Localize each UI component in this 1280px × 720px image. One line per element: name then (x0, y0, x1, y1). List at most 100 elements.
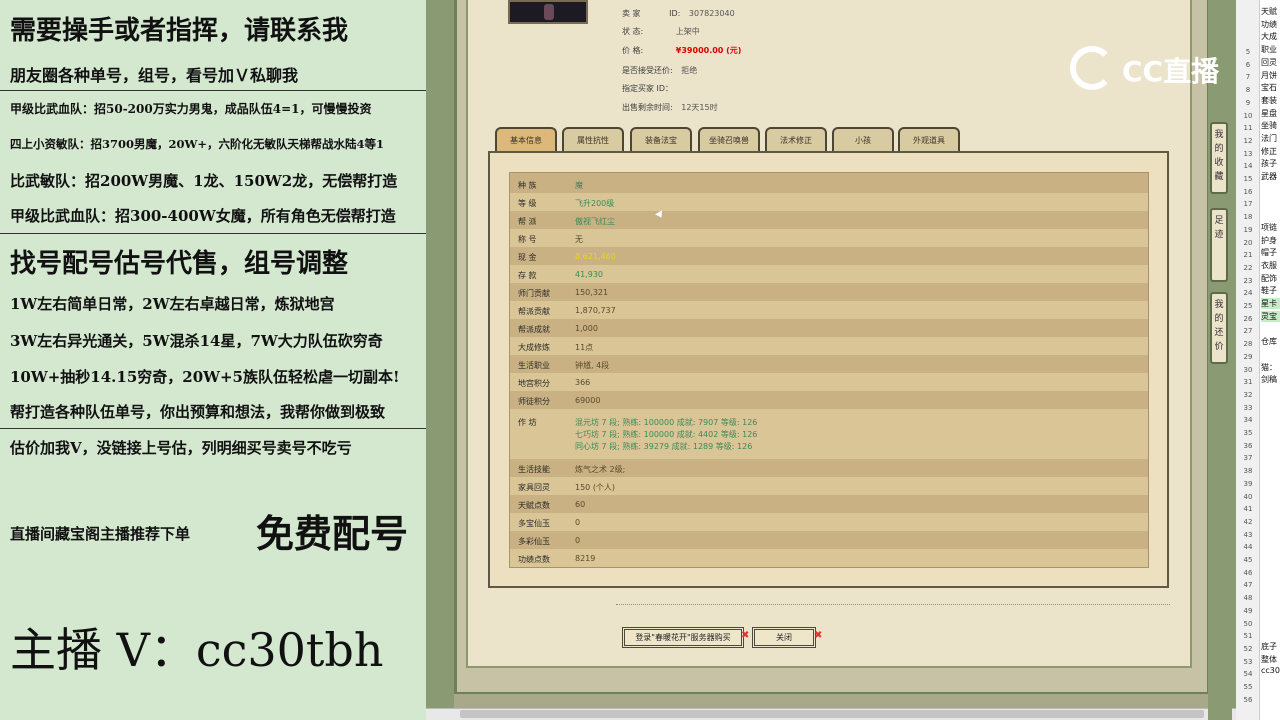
seller-row: 卖 家 ID: 307823040 (622, 8, 735, 19)
spreadsheet-row-number[interactable]: 8 (1238, 86, 1258, 94)
spreadsheet-cell[interactable]: 灵宝 (1261, 310, 1280, 322)
spreadsheet-row-number[interactable]: 25 (1238, 302, 1258, 310)
spreadsheet-row-number[interactable]: 31 (1238, 378, 1258, 386)
spreadsheet-row-number[interactable]: 46 (1238, 569, 1258, 577)
spreadsheet-row-number[interactable]: 51 (1238, 632, 1258, 640)
tab-spell-fix[interactable]: 法术修正 (765, 127, 827, 152)
spreadsheet-row-number[interactable]: 38 (1238, 467, 1258, 475)
spreadsheet-row-number[interactable]: 29 (1238, 353, 1258, 361)
tab-basic-info[interactable]: 基本信息 (495, 127, 557, 152)
spreadsheet-row-number[interactable]: 50 (1238, 620, 1258, 628)
spreadsheet-row-number[interactable]: 27 (1238, 327, 1258, 335)
tab-attributes[interactable]: 属性抗性 (562, 127, 624, 152)
spreadsheet-row-number[interactable]: 18 (1238, 213, 1258, 221)
spreadsheet-cell[interactable]: 套装 (1261, 95, 1280, 106)
spreadsheet-row-number[interactable]: 47 (1238, 581, 1258, 589)
spreadsheet-row-number[interactable]: 30 (1238, 366, 1258, 374)
spreadsheet-row-number[interactable]: 11 (1238, 124, 1258, 132)
spreadsheet-row-number[interactable]: 21 (1238, 251, 1258, 259)
tab-equipment[interactable]: 装备法宝 (630, 127, 692, 152)
spreadsheet-cell[interactable]: 坐骑 (1261, 120, 1280, 131)
row-value: 366 (575, 378, 591, 387)
spreadsheet-row-number[interactable]: 24 (1238, 289, 1258, 297)
spreadsheet-row-number[interactable]: 53 (1238, 658, 1258, 666)
spreadsheet-cell[interactable]: 功绩 (1261, 19, 1280, 30)
spreadsheet-row-number[interactable]: 43 (1238, 531, 1258, 539)
spreadsheet-row-number[interactable]: 14 (1238, 162, 1258, 170)
login-buy-button[interactable]: 登录"春暖花开"服务器购买 (622, 627, 744, 648)
spreadsheet-cell[interactable]: 修正 (1261, 146, 1280, 157)
spreadsheet-row-number[interactable]: 49 (1238, 607, 1258, 615)
table-row: 家具回灵 150 (个人) (510, 477, 1148, 495)
spreadsheet-row-number[interactable]: 56 (1238, 696, 1258, 704)
spreadsheet-row-number[interactable]: 45 (1238, 556, 1258, 564)
spreadsheet-row-number[interactable]: 28 (1238, 340, 1258, 348)
spreadsheet-row-number[interactable]: 40 (1238, 493, 1258, 501)
workshop-line: 同心坊 7 段; 熟练: 39279 成就: 1289 等级: 126 (575, 442, 753, 451)
spreadsheet-cell[interactable]: 剑稿 (1261, 374, 1280, 385)
spreadsheet-cell[interactable]: 星卡 (1261, 298, 1280, 310)
tab-mounts-pets[interactable]: 坐骑召唤兽 (698, 127, 760, 152)
close-button[interactable]: 关闭 (752, 627, 816, 648)
spreadsheet-row-number[interactable]: 7 (1238, 73, 1258, 81)
spreadsheet-cell[interactable]: 猫： (1261, 362, 1280, 373)
spreadsheet-cell[interactable]: 鞋子 (1261, 285, 1280, 296)
spreadsheet-cell[interactable]: 回灵 (1261, 57, 1280, 68)
spreadsheet-cell[interactable]: 项链 (1261, 222, 1280, 233)
spreadsheet-row-number[interactable]: 44 (1238, 543, 1258, 551)
spreadsheet-row-number[interactable]: 39 (1238, 480, 1258, 488)
spreadsheet-cell[interactable]: 大成 (1261, 31, 1280, 42)
spreadsheet-row-number[interactable]: 35 (1238, 429, 1258, 437)
scrollbar-thumb[interactable] (460, 710, 1204, 718)
spreadsheet-cell[interactable]: 帽子 (1261, 247, 1280, 258)
row-value: 69000 (575, 396, 601, 405)
spreadsheet-cell[interactable]: 护身 (1261, 235, 1280, 246)
spreadsheet-cell[interactable]: 武器 (1261, 171, 1280, 182)
spreadsheet-row-number[interactable]: 42 (1238, 518, 1258, 526)
spreadsheet-cell[interactable]: 宝石 (1261, 82, 1280, 93)
spreadsheet-row-number[interactable]: 32 (1238, 391, 1258, 399)
side-tab-bargain[interactable]: 我的还价 (1210, 292, 1228, 364)
spreadsheet-row-number[interactable]: 26 (1238, 315, 1258, 323)
spreadsheet-cell[interactable]: 天赋 (1261, 6, 1280, 17)
spreadsheet-cell[interactable]: 孩子 (1261, 158, 1280, 169)
spreadsheet-cell[interactable]: 底子 (1261, 641, 1280, 652)
spreadsheet-row-number[interactable]: 16 (1238, 188, 1258, 196)
spreadsheet-cell[interactable]: 星盘 (1261, 108, 1280, 119)
spreadsheet-row-number[interactable]: 6 (1238, 61, 1258, 69)
spreadsheet-row-number[interactable]: 15 (1238, 175, 1258, 183)
spreadsheet-row-number[interactable]: 13 (1238, 150, 1258, 158)
spreadsheet-row-number[interactable]: 12 (1238, 137, 1258, 145)
spreadsheet-row-number[interactable]: 48 (1238, 594, 1258, 602)
spreadsheet-row-number[interactable]: 20 (1238, 239, 1258, 247)
spreadsheet-row-number[interactable]: 41 (1238, 505, 1258, 513)
spreadsheet-row-number[interactable]: 23 (1238, 277, 1258, 285)
spreadsheet-row-number[interactable]: 37 (1238, 454, 1258, 462)
spreadsheet-row-number[interactable]: 54 (1238, 670, 1258, 678)
spreadsheet-row-number[interactable]: 55 (1238, 683, 1258, 691)
spreadsheet-row-number[interactable]: 52 (1238, 645, 1258, 653)
tab-child[interactable]: 小孩 (832, 127, 894, 152)
spreadsheet-cell[interactable]: 法门 (1261, 133, 1280, 144)
row-value: 飞升200级 (575, 199, 615, 208)
spreadsheet-cell[interactable]: 整体 (1261, 654, 1280, 665)
game-window-bottom-bar (454, 692, 1210, 708)
side-tab-footprint[interactable]: 足迹 (1210, 208, 1228, 282)
spreadsheet-cell[interactable]: cc30 (1261, 666, 1280, 675)
side-tab-favorites[interactable]: 我的收藏 (1210, 122, 1228, 194)
spreadsheet-row-number[interactable]: 5 (1238, 48, 1258, 56)
spreadsheet-cell[interactable]: 衣服 (1261, 260, 1280, 271)
spreadsheet-row-number[interactable]: 10 (1238, 112, 1258, 120)
spreadsheet-row-number[interactable]: 34 (1238, 416, 1258, 424)
spreadsheet-cell[interactable]: 职业 (1261, 44, 1280, 55)
spreadsheet-row-number[interactable]: 9 (1238, 99, 1258, 107)
tab-appearance[interactable]: 外观道具 (898, 127, 960, 152)
spreadsheet-row-number[interactable]: 36 (1238, 442, 1258, 450)
spreadsheet-row-number[interactable]: 33 (1238, 404, 1258, 412)
spreadsheet-row-number[interactable]: 19 (1238, 226, 1258, 234)
spreadsheet-cell[interactable]: 仓库 (1261, 336, 1280, 347)
spreadsheet-cell[interactable]: 配饰 (1261, 273, 1280, 284)
spreadsheet-row-number[interactable]: 22 (1238, 264, 1258, 272)
spreadsheet-row-number[interactable]: 17 (1238, 200, 1258, 208)
spreadsheet-cell[interactable]: 月饼 (1261, 70, 1280, 81)
